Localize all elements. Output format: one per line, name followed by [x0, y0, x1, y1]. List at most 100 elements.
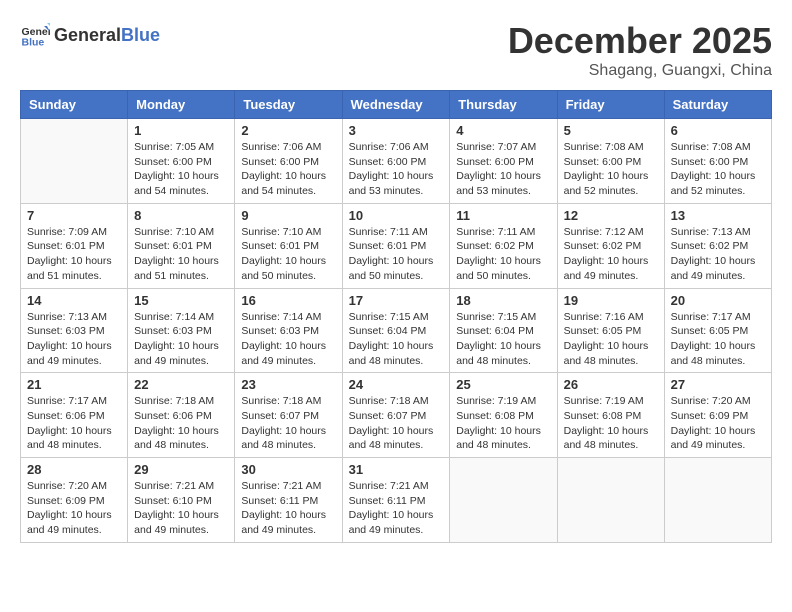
- day-number: 22: [134, 377, 228, 392]
- day-info: Sunrise: 7:21 AM Sunset: 6:10 PM Dayligh…: [134, 479, 228, 538]
- calendar-cell: 8Sunrise: 7:10 AM Sunset: 6:01 PM Daylig…: [128, 203, 235, 288]
- day-number: 14: [27, 293, 121, 308]
- calendar-cell: 12Sunrise: 7:12 AM Sunset: 6:02 PM Dayli…: [557, 203, 664, 288]
- calendar-cell: 25Sunrise: 7:19 AM Sunset: 6:08 PM Dayli…: [450, 373, 557, 458]
- day-number: 2: [241, 123, 335, 138]
- calendar-cell: [450, 458, 557, 543]
- calendar-cell: 16 Sunrise: 7:14 AM Sunset: 6:03 PM Dayli…: [235, 288, 342, 373]
- day-info: Sunrise: 7:20 AM Sunset: 6:09 PM Dayligh…: [27, 479, 121, 538]
- day-number: 19: [564, 293, 658, 308]
- day-info: Sunrise: 7:16 AM Sunset: 6:05 PM Dayligh…: [564, 310, 658, 369]
- day-info: Sunrise: 7:10 AM Sunset: 6:01 PM Dayligh…: [241, 225, 335, 284]
- day-info: Sunrise: 7:11 AM Sunset: 6:02 PM Dayligh…: [456, 225, 550, 284]
- week-row-3: 21Sunrise: 7:17 AM Sunset: 6:06 PM Dayli…: [21, 373, 772, 458]
- week-row-1: 7 Sunrise: 7:09 AM Sunset: 6:01 PM Daylig…: [21, 203, 772, 288]
- week-row-4: 28 Sunrise: 7:20 AM Sunset: 6:09 PM Dayli…: [21, 458, 772, 543]
- day-number: 5: [564, 123, 658, 138]
- day-number: 28: [27, 462, 121, 477]
- header-thursday: Thursday: [450, 91, 557, 119]
- calendar-cell: 26Sunrise: 7:19 AM Sunset: 6:08 PM Dayli…: [557, 373, 664, 458]
- logo: General Blue General Blue: [20, 20, 160, 50]
- calendar-cell: 28 Sunrise: 7:20 AM Sunset: 6:09 PM Dayli…: [21, 458, 128, 543]
- day-info: Sunrise: 7:07 AM Sunset: 6:00 PM Dayligh…: [456, 140, 550, 199]
- day-number: 29: [134, 462, 228, 477]
- calendar-cell: 31Sunrise: 7:21 AM Sunset: 6:11 PM Dayli…: [342, 458, 450, 543]
- calendar-cell: 7 Sunrise: 7:09 AM Sunset: 6:01 PM Daylig…: [21, 203, 128, 288]
- week-row-2: 14Sunrise: 7:13 AM Sunset: 6:03 PM Dayli…: [21, 288, 772, 373]
- day-number: 4: [456, 123, 550, 138]
- day-info: Sunrise: 7:20 AM Sunset: 6:09 PM Dayligh…: [671, 394, 765, 453]
- day-number: 20: [671, 293, 765, 308]
- day-info: Sunrise: 7:13 AM Sunset: 6:02 PM Dayligh…: [671, 225, 765, 284]
- day-info: Sunrise: 7:19 AM Sunset: 6:08 PM Dayligh…: [564, 394, 658, 453]
- day-number: 10: [349, 208, 444, 223]
- day-number: 23: [241, 377, 335, 392]
- calendar-cell: [664, 458, 771, 543]
- day-info: Sunrise: 7:14 AM Sunset: 6:03 PM Dayligh…: [134, 310, 228, 369]
- calendar-cell: 2 Sunrise: 7:06 AM Sunset: 6:00 PM Daylig…: [235, 119, 342, 204]
- day-number: 15: [134, 293, 228, 308]
- calendar-cell: 10 Sunrise: 7:11 AM Sunset: 6:01 PM Dayli…: [342, 203, 450, 288]
- day-number: 17: [349, 293, 444, 308]
- day-number: 31: [349, 462, 444, 477]
- header-tuesday: Tuesday: [235, 91, 342, 119]
- calendar-cell: 21Sunrise: 7:17 AM Sunset: 6:06 PM Dayli…: [21, 373, 128, 458]
- day-info: Sunrise: 7:15 AM Sunset: 6:04 PM Dayligh…: [349, 310, 444, 369]
- calendar-cell: 13 Sunrise: 7:13 AM Sunset: 6:02 PM Dayli…: [664, 203, 771, 288]
- day-info: Sunrise: 7:18 AM Sunset: 6:06 PM Dayligh…: [134, 394, 228, 453]
- page-header: General Blue General Blue December 2025 S…: [20, 20, 772, 80]
- day-number: 16: [241, 293, 335, 308]
- day-number: 13: [671, 208, 765, 223]
- calendar-cell: 6Sunrise: 7:08 AM Sunset: 6:00 PM Daylig…: [664, 119, 771, 204]
- calendar-cell: 24 Sunrise: 7:18 AM Sunset: 6:07 PM Dayli…: [342, 373, 450, 458]
- calendar-table: SundayMondayTuesdayWednesdayThursdayFrid…: [20, 90, 772, 543]
- calendar-cell: 19 Sunrise: 7:16 AM Sunset: 6:05 PM Dayli…: [557, 288, 664, 373]
- header-saturday: Saturday: [664, 91, 771, 119]
- calendar-cell: 27 Sunrise: 7:20 AM Sunset: 6:09 PM Dayli…: [664, 373, 771, 458]
- calendar-cell: 9 Sunrise: 7:10 AM Sunset: 6:01 PM Daylig…: [235, 203, 342, 288]
- day-number: 1: [134, 123, 228, 138]
- day-info: Sunrise: 7:19 AM Sunset: 6:08 PM Dayligh…: [456, 394, 550, 453]
- day-number: 18: [456, 293, 550, 308]
- calendar-cell: 4 Sunrise: 7:07 AM Sunset: 6:00 PM Daylig…: [450, 119, 557, 204]
- day-info: Sunrise: 7:14 AM Sunset: 6:03 PM Dayligh…: [241, 310, 335, 369]
- header-sunday: Sunday: [21, 91, 128, 119]
- day-info: Sunrise: 7:06 AM Sunset: 6:00 PM Dayligh…: [241, 140, 335, 199]
- header-wednesday: Wednesday: [342, 91, 450, 119]
- day-number: 9: [241, 208, 335, 223]
- day-number: 3: [349, 123, 444, 138]
- calendar-cell: 22 Sunrise: 7:18 AM Sunset: 6:06 PM Dayli…: [128, 373, 235, 458]
- day-number: 7: [27, 208, 121, 223]
- logo-general: General: [54, 25, 121, 45]
- day-info: Sunrise: 7:15 AM Sunset: 6:04 PM Dayligh…: [456, 310, 550, 369]
- calendar-cell: 3Sunrise: 7:06 AM Sunset: 6:00 PM Daylig…: [342, 119, 450, 204]
- calendar-cell: 5Sunrise: 7:08 AM Sunset: 6:00 PM Daylig…: [557, 119, 664, 204]
- header-friday: Friday: [557, 91, 664, 119]
- month-title: December 2025: [508, 20, 772, 62]
- calendar-cell: 11Sunrise: 7:11 AM Sunset: 6:02 PM Dayli…: [450, 203, 557, 288]
- day-info: Sunrise: 7:11 AM Sunset: 6:01 PM Dayligh…: [349, 225, 444, 284]
- day-number: 30: [241, 462, 335, 477]
- header-monday: Monday: [128, 91, 235, 119]
- day-info: Sunrise: 7:18 AM Sunset: 6:07 PM Dayligh…: [349, 394, 444, 453]
- calendar-cell: [21, 119, 128, 204]
- calendar-cell: 14Sunrise: 7:13 AM Sunset: 6:03 PM Dayli…: [21, 288, 128, 373]
- day-number: 24: [349, 377, 444, 392]
- calendar-cell: 23 Sunrise: 7:18 AM Sunset: 6:07 PM Dayli…: [235, 373, 342, 458]
- day-info: Sunrise: 7:17 AM Sunset: 6:06 PM Dayligh…: [27, 394, 121, 453]
- calendar-header-row: SundayMondayTuesdayWednesdayThursdayFrid…: [21, 91, 772, 119]
- day-info: Sunrise: 7:17 AM Sunset: 6:05 PM Dayligh…: [671, 310, 765, 369]
- calendar-cell: 18 Sunrise: 7:15 AM Sunset: 6:04 PM Dayli…: [450, 288, 557, 373]
- calendar-cell: 30Sunrise: 7:21 AM Sunset: 6:11 PM Dayli…: [235, 458, 342, 543]
- calendar-cell: 15 Sunrise: 7:14 AM Sunset: 6:03 PM Dayli…: [128, 288, 235, 373]
- day-info: Sunrise: 7:09 AM Sunset: 6:01 PM Dayligh…: [27, 225, 121, 284]
- day-info: Sunrise: 7:18 AM Sunset: 6:07 PM Dayligh…: [241, 394, 335, 453]
- svg-text:Blue: Blue: [22, 37, 45, 49]
- day-number: 27: [671, 377, 765, 392]
- location-title: Shagang, Guangxi, China: [508, 62, 772, 80]
- day-number: 6: [671, 123, 765, 138]
- day-info: Sunrise: 7:10 AM Sunset: 6:01 PM Dayligh…: [134, 225, 228, 284]
- logo-icon: General Blue: [20, 20, 50, 50]
- calendar-cell: 1Sunrise: 7:05 AM Sunset: 6:00 PM Daylig…: [128, 119, 235, 204]
- calendar-cell: 20 Sunrise: 7:17 AM Sunset: 6:05 PM Dayli…: [664, 288, 771, 373]
